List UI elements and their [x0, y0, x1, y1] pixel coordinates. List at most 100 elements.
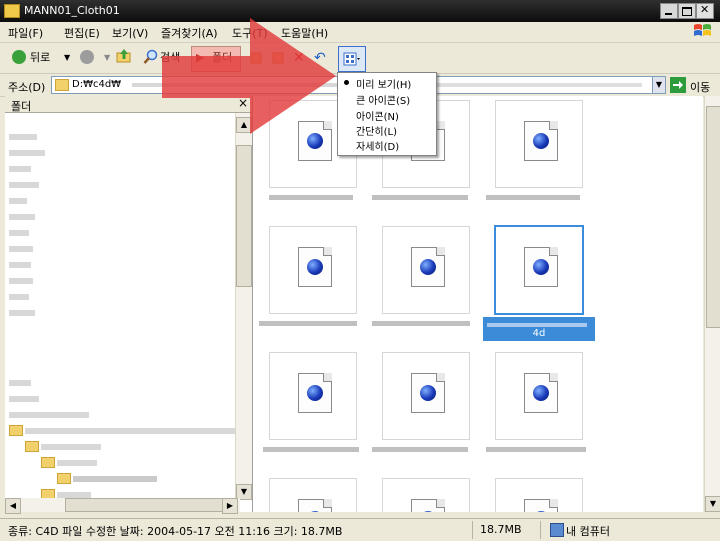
menu-item-icons[interactable]: 아이콘(N): [356, 108, 399, 123]
file-thumbnail[interactable]: [495, 352, 583, 440]
status-separator: [540, 521, 541, 539]
forward-arrow-icon[interactable]: [80, 50, 94, 64]
folder-pane-title: 폴더: [11, 100, 32, 113]
scroll-left-icon[interactable]: ◀: [5, 498, 21, 514]
menu-item-details[interactable]: 자세히(D): [356, 138, 399, 153]
status-size: 18.7MB: [480, 523, 522, 536]
folder-icon: [4, 4, 20, 18]
tree-item[interactable]: [9, 230, 29, 236]
back-button[interactable]: 뒤로: [30, 48, 50, 68]
scroll-right-icon[interactable]: ▶: [222, 498, 238, 514]
explorer-window: MANN01_Cloth01 파일(F) 편집(E) 보기(V) 즐겨찾기(A)…: [0, 0, 720, 541]
file-caption: [269, 195, 353, 200]
file-thumbnail[interactable]: [269, 226, 357, 314]
forward-dropdown-icon[interactable]: ▼: [104, 48, 110, 68]
tree-item[interactable]: [9, 278, 33, 284]
file-view: 4d: [253, 96, 703, 512]
hscroll-thumb[interactable]: [65, 498, 232, 512]
status-location: 내 컴퓨터: [566, 525, 610, 538]
tree-item[interactable]: [9, 134, 37, 140]
folder-up-icon[interactable]: [116, 48, 132, 64]
tree-item[interactable]: [9, 166, 31, 172]
menu-item-list[interactable]: 간단히(L): [356, 123, 397, 138]
tree-item[interactable]: [9, 380, 31, 386]
menu-item-filmstrip[interactable]: 미리 보기(H): [356, 76, 411, 91]
address-path-blurred-2: [412, 83, 642, 87]
folder-pane-scrollbar[interactable]: ▲ ▼: [235, 113, 252, 500]
tree-item[interactable]: [9, 294, 29, 300]
scroll-thumb[interactable]: [706, 106, 720, 328]
search-icon[interactable]: [143, 49, 159, 65]
status-bar: 종류: C4D 파일 수정한 날짜: 2004-05-17 오전 11:16 크…: [0, 518, 720, 541]
file-thumbnail[interactable]: [495, 478, 583, 512]
folder-icon: [57, 473, 71, 484]
menu-bar: 파일(F) 편집(E) 보기(V) 즐겨찾기(A) 도구(T) 도움말(H): [0, 22, 720, 43]
file-caption: [263, 447, 359, 452]
folder-icon: [41, 457, 55, 468]
selected-bullet-icon: [344, 80, 349, 85]
file-thumbnail[interactable]: [269, 352, 357, 440]
windows-logo-icon: [694, 24, 711, 36]
tree-item[interactable]: [9, 214, 35, 220]
title-bar[interactable]: MANN01_Cloth01: [0, 0, 720, 22]
file-thumbnail[interactable]: [495, 100, 583, 188]
folder-icon: [25, 441, 39, 452]
back-arrow-icon[interactable]: [12, 50, 26, 64]
minimize-button[interactable]: [660, 3, 678, 19]
menu-file[interactable]: 파일(F): [8, 25, 43, 41]
c4d-file-icon: [524, 499, 558, 512]
c4d-file-icon: [411, 247, 445, 287]
c4d-file-icon: [524, 247, 558, 287]
back-dropdown-icon[interactable]: ▼: [64, 48, 70, 68]
views-button[interactable]: [338, 46, 366, 72]
go-arrow-icon[interactable]: [670, 77, 686, 93]
folder-pane-hscrollbar[interactable]: ◀ ▶: [5, 498, 240, 514]
tree-item[interactable]: [9, 262, 31, 268]
maximize-button[interactable]: [678, 3, 696, 19]
file-caption: [372, 195, 468, 200]
address-dropdown-icon[interactable]: ▼: [652, 76, 666, 94]
file-caption: [486, 447, 586, 452]
menu-edit[interactable]: 편집(E): [64, 25, 100, 41]
go-button[interactable]: 이동: [690, 79, 710, 95]
highlight-arrow-icon: [162, 18, 336, 134]
file-view-scrollbar[interactable]: ▼: [704, 96, 720, 512]
menu-item-large-icons[interactable]: 큰 아이콘(S): [356, 92, 410, 107]
file-thumbnail[interactable]: [382, 478, 470, 512]
c4d-file-icon: [524, 373, 558, 413]
file-thumbnail-selected[interactable]: [494, 225, 584, 315]
folder-icon: [9, 425, 23, 436]
tree-item[interactable]: [25, 428, 237, 434]
file-caption-blurred: [487, 323, 587, 327]
file-caption-selected[interactable]: 4d: [483, 317, 595, 341]
window-title: MANN01_Cloth01: [24, 4, 120, 17]
tree-item[interactable]: [9, 412, 89, 418]
scroll-down-icon[interactable]: ▼: [705, 496, 720, 512]
tree-item[interactable]: [57, 460, 97, 466]
close-button[interactable]: [696, 3, 714, 19]
status-separator: [472, 521, 473, 539]
address-folder-icon: [55, 79, 69, 91]
file-thumbnail[interactable]: [269, 478, 357, 512]
file-thumbnail[interactable]: [382, 226, 470, 314]
tree-item[interactable]: [9, 246, 33, 252]
c4d-file-icon: [411, 373, 445, 413]
views-grid-icon: [343, 52, 360, 66]
tree-item[interactable]: [9, 396, 39, 402]
file-caption: [259, 321, 357, 326]
tree-item[interactable]: [9, 182, 39, 188]
file-thumbnail[interactable]: [382, 352, 470, 440]
scroll-thumb[interactable]: [236, 145, 252, 287]
c4d-file-icon: [411, 499, 445, 512]
views-dropdown-menu: 미리 보기(H) 큰 아이콘(S) 아이콘(N) 간단히(L) 자세히(D): [337, 72, 437, 156]
c4d-file-icon: [298, 373, 332, 413]
tree-item[interactable]: [41, 444, 101, 450]
address-label: 주소(D): [8, 81, 46, 94]
my-computer-icon: [550, 523, 564, 537]
c4d-file-icon: [524, 121, 558, 161]
tree-item[interactable]: [9, 198, 27, 204]
menu-view[interactable]: 보기(V): [112, 25, 148, 41]
tree-item-selected[interactable]: [73, 476, 157, 482]
tree-item[interactable]: [9, 310, 35, 316]
tree-item[interactable]: [9, 150, 45, 156]
